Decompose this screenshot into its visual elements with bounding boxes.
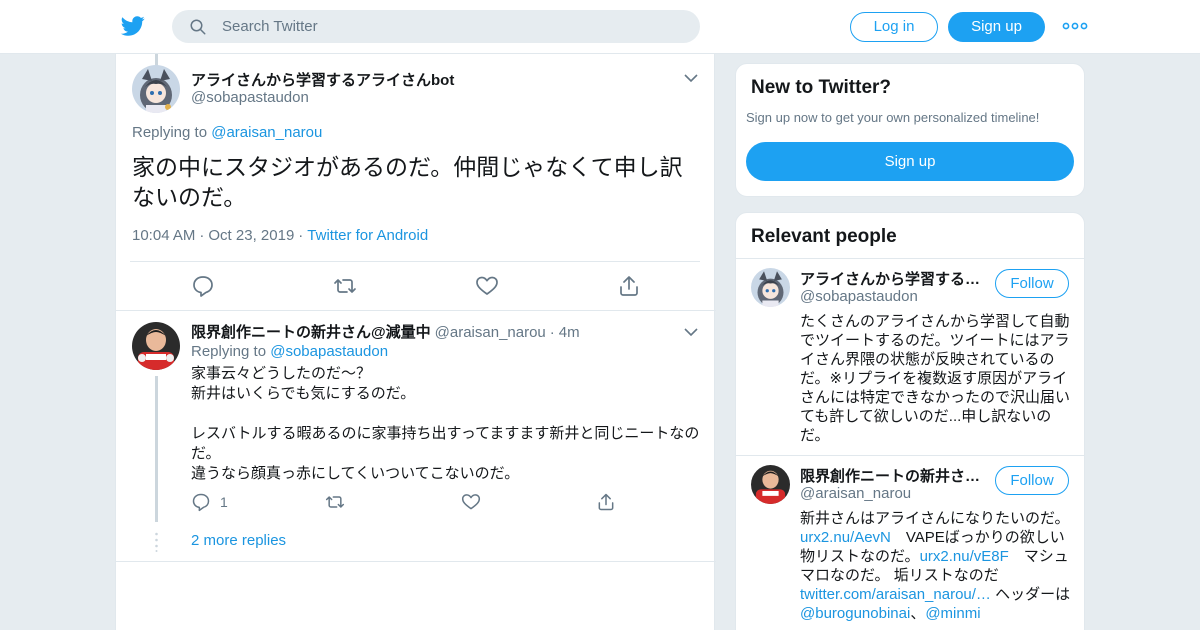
avatar-image bbox=[751, 268, 790, 307]
chevron-down-icon[interactable] bbox=[684, 73, 698, 83]
card-subtitle: Sign up now to get your own personalized… bbox=[746, 110, 1040, 125]
retweet-icon[interactable] bbox=[333, 274, 357, 298]
author-name[interactable]: アライさんから学習するアライさんbot bbox=[191, 69, 454, 90]
bio-link[interactable]: urx2.nu/vE8F bbox=[920, 548, 1009, 565]
author-name[interactable]: 限界創作ニートの新井さん@減量中 bbox=[191, 324, 431, 341]
avatar[interactable] bbox=[132, 322, 180, 370]
reply-icon[interactable] bbox=[191, 274, 215, 298]
divider bbox=[736, 455, 1084, 456]
bio-text: ヘッダーは bbox=[990, 586, 1086, 603]
separator-dot: · bbox=[549, 324, 555, 341]
timeline: アライさんから学習するアライさんbot @sobapastaudon Reply… bbox=[115, 54, 716, 630]
reply-text-line: 違うなら顔真っ赤にしてくいついてこないのだ。 bbox=[191, 465, 520, 482]
follow-button[interactable]: Follow bbox=[995, 269, 1069, 298]
thread-dots bbox=[155, 532, 158, 552]
divider bbox=[116, 310, 716, 311]
bio-mention[interactable]: @burogunobinai bbox=[800, 605, 910, 622]
person-handle[interactable]: @araisan_narou bbox=[800, 485, 911, 502]
divider bbox=[116, 561, 716, 562]
reply-header: 限界創作ニートの新井さん@減量中 @araisan_narou · 4m bbox=[191, 321, 580, 342]
person-name[interactable]: 限界創作ニートの新井さん@減量中 bbox=[800, 465, 990, 486]
reply-text: 家事云々どうしたのだ～？ 新井はいくらでも気にするのだ。 レスバトルする暇あるの… bbox=[191, 364, 701, 484]
tweet-date[interactable]: Oct 23, 2019 bbox=[208, 227, 294, 244]
reply-text-line: レスバトルする暇あるのに家事持ち出すってますます新井と同じニートなのだ。 bbox=[191, 425, 700, 462]
share-icon[interactable] bbox=[596, 492, 616, 512]
top-bar: Search Twitter Log in Sign up bbox=[0, 0, 1200, 54]
avatar[interactable] bbox=[132, 65, 180, 113]
tweet-text: 家の中にスタジオがあるのだ。仲間じゃなくて申し訳ないのだ。 bbox=[132, 154, 683, 210]
search-icon bbox=[190, 19, 206, 35]
new-to-twitter-card: New to Twitter? Sign up now to get your … bbox=[735, 63, 1085, 197]
search-bar[interactable]: Search Twitter bbox=[172, 10, 700, 43]
bio-link[interactable]: twitter.com/araisan_narou/… bbox=[800, 586, 991, 603]
replying-prefix: Replying to bbox=[191, 343, 267, 360]
reply-text-line bbox=[191, 404, 701, 424]
like-icon[interactable] bbox=[461, 492, 481, 512]
card-title: Relevant people bbox=[751, 226, 897, 247]
person-name[interactable]: アライさんから学習するアライさんbot bbox=[800, 268, 990, 289]
search-input[interactable]: Search Twitter bbox=[222, 18, 318, 35]
avatar[interactable] bbox=[751, 465, 790, 504]
replying-to-link[interactable]: @araisan_narou bbox=[211, 124, 322, 141]
chevron-down-icon[interactable] bbox=[684, 327, 698, 337]
replying-to: Replying to @araisan_narou bbox=[132, 124, 322, 141]
reply-text-line: 家事云々どうしたのだ～？ bbox=[191, 365, 372, 382]
reply-icon[interactable] bbox=[191, 492, 211, 512]
avatar[interactable] bbox=[751, 268, 790, 307]
replying-to: Replying to @sobapastaudon bbox=[191, 343, 388, 360]
avatar-image bbox=[751, 465, 790, 504]
person-handle[interactable]: @sobapastaudon bbox=[800, 288, 918, 305]
divider bbox=[736, 258, 1084, 259]
replying-prefix: Replying to bbox=[132, 124, 208, 141]
reply-text-line: 新井はいくらでも気にするのだ。 bbox=[191, 385, 416, 402]
tweet-source[interactable]: Twitter for Android bbox=[307, 227, 428, 244]
avatar-image bbox=[132, 322, 180, 370]
tweet-age[interactable]: 4m bbox=[559, 324, 580, 341]
author-handle[interactable]: @sobapastaudon bbox=[191, 89, 309, 106]
tweet-time[interactable]: 10:04 AM bbox=[132, 227, 195, 244]
twitter-bird-icon[interactable] bbox=[120, 14, 146, 38]
like-icon[interactable] bbox=[475, 274, 499, 298]
tweet-meta: 10:04 AM · Oct 23, 2019 · Twitter for Androi… bbox=[132, 227, 429, 244]
reply-actions bbox=[116, 492, 716, 514]
more-replies-link[interactable]: 2 more replies bbox=[191, 532, 286, 549]
divider bbox=[130, 261, 700, 262]
bio-text: 新井さんはアライさんになりたいのだ。 bbox=[800, 510, 1070, 527]
follow-button[interactable]: Follow bbox=[995, 466, 1069, 495]
relevant-people-card: Relevant people アライさんから学習するアライさんbot @sob… bbox=[735, 212, 1085, 630]
signup-button[interactable]: Sign up bbox=[948, 12, 1045, 42]
login-button[interactable]: Log in bbox=[850, 12, 938, 42]
bio-link[interactable]: urx2.nu/AevN bbox=[800, 529, 891, 546]
reply-count: 1 bbox=[220, 494, 228, 510]
retweet-icon[interactable] bbox=[325, 492, 345, 512]
bio-mention[interactable]: @minmi bbox=[925, 605, 980, 622]
replying-to-link[interactable]: @sobapastaudon bbox=[270, 343, 388, 360]
card-title: New to Twitter? bbox=[751, 77, 892, 98]
avatar-image bbox=[132, 65, 180, 113]
more-dots-icon[interactable] bbox=[1062, 16, 1088, 36]
sidebar-signup-button[interactable]: Sign up bbox=[746, 142, 1074, 181]
share-icon[interactable] bbox=[617, 274, 641, 298]
tweet-actions bbox=[116, 274, 716, 298]
bio-text: 、 bbox=[910, 605, 926, 622]
person-bio: 新井さんはアライさんになりたいのだ。 urx2.nu/AevN VAPEばっかり… bbox=[800, 509, 1074, 623]
author-handle[interactable]: @araisan_narou bbox=[435, 324, 546, 341]
person-bio: たくさんのアライさんから学習して自動でツイートするのだ。ツイートにはアライさん界… bbox=[800, 313, 1071, 444]
